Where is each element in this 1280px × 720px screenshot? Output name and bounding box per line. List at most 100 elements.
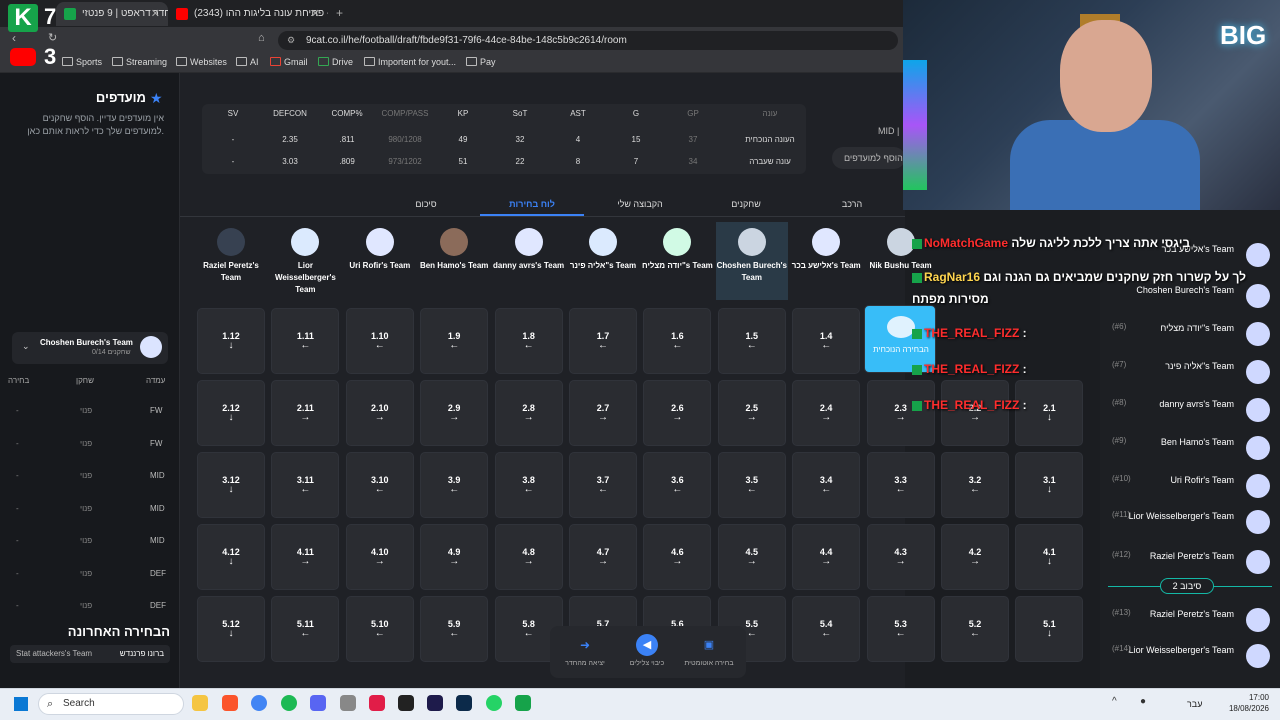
language-indicator[interactable]: עבר — [1187, 699, 1202, 709]
draft-order-row[interactable]: Choshen Burech's Team — [1100, 284, 1280, 320]
team-selector[interactable]: ⌄ Choshen Burech's Team 0/14 שחקנים — [12, 332, 168, 364]
tab-0[interactable]: סיכום — [376, 199, 476, 209]
bookmark-sports[interactable]: Sports — [62, 57, 102, 67]
add-favorite-button[interactable]: הוסף למועדפים — [832, 147, 905, 169]
pick-cell[interactable]: 2.2 → — [941, 380, 1009, 446]
pick-cell[interactable]: 4.12 ↓ — [197, 524, 265, 590]
pick-cell[interactable]: 2.4 → — [792, 380, 861, 446]
pick-cell[interactable]: 1.6 ← — [643, 308, 712, 374]
tab-1[interactable]: לוח בחירות — [482, 199, 582, 209]
tab-3[interactable]: שחקנים — [696, 199, 796, 209]
pick-cell[interactable]: 5.11 ← — [271, 596, 340, 662]
pick-cell[interactable]: 5.3 ← — [866, 596, 935, 662]
mute-sounds-button[interactable]: ◀ כיבוי צלילים — [616, 626, 678, 667]
pick-cell[interactable]: 1.4 ← — [792, 308, 861, 374]
kick-app-icon[interactable] — [515, 695, 531, 711]
pick-cell[interactable]: 4.1 ↓ — [1015, 524, 1084, 590]
pick-cell[interactable]: 2.8 → — [494, 380, 563, 446]
pick-cell[interactable]: 1.9 ← — [420, 308, 489, 374]
whatsapp-icon[interactable] — [486, 695, 502, 711]
bookmark-websites[interactable]: Websites — [176, 57, 227, 67]
pick-cell[interactable]: 2.12 ↓ — [197, 380, 265, 446]
pick-cell[interactable]: 4.3 → — [866, 524, 935, 590]
draft-order-row[interactable]: אליה פינר"s Team (#7) — [1100, 360, 1280, 396]
pick-cell[interactable]: 5.4 ← — [792, 596, 861, 662]
file-explorer-icon[interactable] — [192, 695, 208, 711]
draft-order-row[interactable]: Raziel Peretz's Team (#13) — [1100, 608, 1280, 644]
tab-4[interactable]: הרכב — [802, 199, 902, 209]
pick-cell[interactable]: 4.2 → — [941, 524, 1009, 590]
team-column-header[interactable]: יודה מצליח"s Team — [641, 222, 713, 300]
pick-cell[interactable]: 1.8 ← — [494, 308, 563, 374]
mic-icon[interactable]: ● — [1140, 696, 1146, 707]
team-column-header[interactable]: Choshen Burech's Team — [715, 222, 788, 300]
obs-icon[interactable] — [398, 695, 414, 711]
pick-cell[interactable]: 3.8 ← — [494, 452, 563, 518]
pick-cell[interactable]: 3.2 ← — [941, 452, 1009, 518]
pick-cell[interactable]: 3.4 ← — [792, 452, 861, 518]
bookmark-importent[interactable]: Importent for yout... — [364, 57, 456, 67]
pick-cell[interactable]: 3.10 ← — [345, 452, 414, 518]
tab-2[interactable]: הקבוצה שלי — [590, 199, 690, 209]
draft-order-row[interactable]: Uri Rofir's Team (#10) — [1100, 474, 1280, 510]
pick-cell[interactable]: 4.8 → — [494, 524, 563, 590]
leave-room-button[interactable]: ➜ יציאה מהחדר — [554, 626, 616, 667]
pick-cell[interactable]: 5.9 ← — [420, 596, 489, 662]
taskbar-search[interactable]: ⌕ Search — [38, 693, 184, 715]
pick-cell[interactable]: 1.10 ← — [345, 308, 414, 374]
draft-order-row[interactable]: danny avrs's Team (#8) — [1100, 398, 1280, 434]
close-icon[interactable]: ✕ — [311, 2, 320, 26]
draft-order-row[interactable]: Lior Weisselberger's Team (#14) — [1100, 644, 1280, 680]
pick-cell[interactable]: 2.6 → — [643, 380, 712, 446]
premiere-icon[interactable] — [427, 695, 443, 711]
bookmark-pay[interactable]: Pay — [466, 57, 496, 67]
site-info-icon[interactable]: ⚙ — [287, 31, 295, 50]
team-column-header[interactable]: danny avrs's Team — [493, 222, 565, 300]
pick-cell[interactable]: 2.1 ↓ — [1015, 380, 1084, 446]
pick-cell[interactable]: 1.12 ↓ — [197, 308, 265, 374]
spotify-icon[interactable] — [281, 695, 297, 711]
back-icon[interactable]: ‹ — [12, 31, 16, 45]
pick-cell[interactable]: 1.11 ← — [271, 308, 340, 374]
pick-cell[interactable]: 4.4 → — [792, 524, 861, 590]
draft-order-row[interactable]: Lior Weisselberger's Team (#11) — [1100, 510, 1280, 546]
pick-cell[interactable]: 5.1 ↓ — [1015, 596, 1084, 662]
bookmark-gmail[interactable]: Gmail — [270, 57, 308, 67]
pick-cell[interactable]: 2.9 → — [420, 380, 489, 446]
team-column-header[interactable]: Raziel Peretz's Team — [195, 222, 267, 300]
pick-cell[interactable]: 1.7 ← — [569, 308, 637, 374]
draft-order-row[interactable]: Ben Hamo's Team (#9) — [1100, 436, 1280, 472]
new-tab-button[interactable]: + — [336, 6, 343, 20]
tray-chevron-icon[interactable]: ^ — [1112, 696, 1117, 707]
pick-cell[interactable]: 4.9 → — [420, 524, 489, 590]
pick-cell[interactable]: 4.5 → — [717, 524, 786, 590]
windows-start-icon[interactable] — [14, 697, 28, 711]
pick-cell[interactable]: 4.10 → — [345, 524, 414, 590]
pick-cell[interactable]: 2.5 → — [717, 380, 786, 446]
pick-cell[interactable]: 5.2 ← — [941, 596, 1009, 662]
taskbar-clock[interactable]: 17:00 18/08/2026 — [1225, 692, 1269, 714]
reload-icon[interactable]: ↻ — [48, 31, 57, 44]
app-red-icon[interactable] — [369, 695, 385, 711]
team-column-header[interactable]: אלישע בכר's Team — [790, 222, 862, 300]
bookmark-ai[interactable]: AI — [236, 57, 259, 67]
pick-cell[interactable]: 3.3 ← — [866, 452, 935, 518]
settings-icon[interactable] — [340, 695, 356, 711]
auto-pick-button[interactable]: ▣ בחירה אוטומטית — [678, 626, 740, 667]
tab-youtube-live[interactable]: (2343) לייב - פתיחת עונה בליגות ההו ✕ — [168, 2, 328, 26]
team-column-header[interactable]: Uri Rofir's Team — [344, 222, 416, 300]
pick-cell[interactable]: 3.6 ← — [643, 452, 712, 518]
brave-icon[interactable] — [222, 695, 238, 711]
pick-cell[interactable]: 5.12 ↓ — [197, 596, 265, 662]
bookmark-icon[interactable]: ⌂ — [258, 32, 265, 44]
draft-order-row[interactable]: יודה מצליח"s Team (#6) — [1100, 322, 1280, 358]
pick-cell[interactable]: 2.11 → — [271, 380, 340, 446]
pick-cell[interactable]: 2.10 → — [345, 380, 414, 446]
pick-cell[interactable]: 1.5 ← — [717, 308, 786, 374]
team-column-header[interactable]: Lior Weisselberger's Team — [269, 222, 341, 300]
team-column-header[interactable]: Nik Bushu Team — [865, 222, 937, 300]
pick-cell[interactable]: 3.7 ← — [569, 452, 637, 518]
bookmark-drive[interactable]: Drive — [318, 57, 353, 67]
team-column-header[interactable]: Ben Hamo's Team — [418, 222, 490, 300]
tab-draft-room[interactable]: חדר דראפט | 9 פנטזי ✕ — [56, 2, 168, 26]
